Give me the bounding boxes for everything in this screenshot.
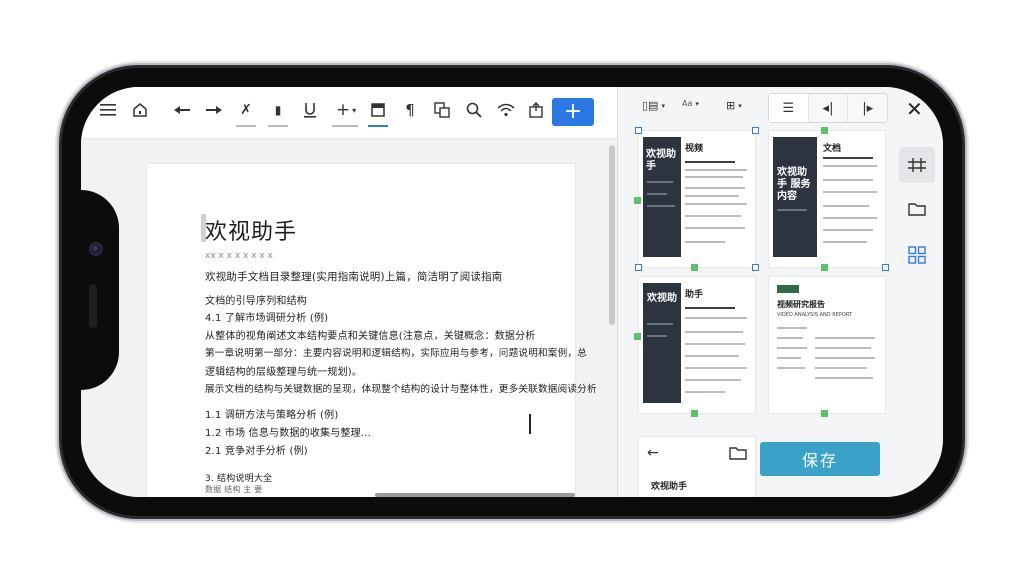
speaker-grille xyxy=(89,284,97,328)
wifi-icon[interactable] xyxy=(493,97,519,123)
toc-icon: ▯▤ xyxy=(642,99,659,112)
selection-handle xyxy=(882,264,889,271)
page-marker xyxy=(691,410,698,417)
page-thumbnail[interactable]: 欢视助 助手 xyxy=(634,277,755,417)
font-dropdown[interactable]: Aa ▾ xyxy=(682,99,699,108)
thumb-title: 视频 xyxy=(685,144,704,154)
screen: ✗ ▮ + ▾ ¶ + 欢视助手 xx x x x x x x x 欢视助手文档… xyxy=(81,87,943,497)
footer-line: 3. 结构说明大全 xyxy=(205,474,273,484)
back-arrow-icon[interactable]: ← xyxy=(647,445,659,461)
list-line: 1.1 调研方法与策略分析 (例) xyxy=(205,410,339,421)
document-page[interactable]: 欢视助手 xx x x x x x x x 欢视助手文档目录整理(实用指南说明)… xyxy=(147,164,597,497)
stage: ✗ ▮ + ▾ ¶ + 欢视助手 xx x x x x x x x 欢视助手文档… xyxy=(0,0,1024,576)
page-marker xyxy=(634,197,641,204)
thumb-title: 文档 xyxy=(823,144,842,154)
paragraph-line: 4.1 了解市场调研分析 (例) xyxy=(205,313,329,324)
insert-dropdown[interactable]: + ▾ xyxy=(329,97,363,127)
split-right-icon[interactable]: |▸ xyxy=(848,94,887,122)
close-icon[interactable]: ✕ xyxy=(906,97,923,121)
card-title: 欢视助手 xyxy=(651,482,688,492)
selection-handle xyxy=(635,127,642,134)
undo-icon[interactable] xyxy=(169,97,195,123)
page-thumbnail[interactable]: 欢视助手 服务内容 文档 xyxy=(769,127,889,271)
thumb-subtitle: VIDEO ANALYSIS AND REPORT xyxy=(777,312,852,318)
paragraph-line: 文档的引导序列和结构 xyxy=(205,296,307,307)
phone-frame: ✗ ▮ + ▾ ¶ + 欢视助手 xx x x x x x x x 欢视助手文档… xyxy=(62,68,962,516)
selection-handle xyxy=(752,127,759,134)
share-icon[interactable] xyxy=(523,97,549,123)
chevron-down-icon: ▾ xyxy=(695,99,699,108)
page-marker xyxy=(821,264,828,271)
cover-block: 欢视助 xyxy=(643,283,681,403)
chevron-down-icon: ▾ xyxy=(738,101,742,110)
clear-format-icon[interactable]: ✗ xyxy=(233,97,259,127)
footer-subline: 数据 结构 主 要 xyxy=(205,485,263,494)
thumb-title: 助手 xyxy=(685,290,704,300)
selection-handle xyxy=(752,264,759,271)
vertical-scrollbar[interactable] xyxy=(609,145,615,325)
page-subtitle: xx x x x x x x x xyxy=(205,251,273,261)
cover-title: 欢视助 xyxy=(647,293,677,304)
document-editor: ✗ ▮ + ▾ ¶ + 欢视助手 xx x x x x x x x 欢视助手文档… xyxy=(81,87,617,497)
chevron-down-icon: ▾ xyxy=(661,101,665,110)
split-left-icon[interactable]: ◂| xyxy=(809,94,849,122)
camera-icon xyxy=(89,242,103,256)
cover-title: 欢视助手 xyxy=(646,149,676,172)
page-thumbnail[interactable]: ← 欢视助手 xyxy=(639,437,755,497)
toc-dropdown[interactable]: ▯▤ ▾ xyxy=(642,99,665,112)
thumb-title: 视频研究报告 xyxy=(777,300,825,309)
page-marker xyxy=(691,264,698,271)
text-style-icon[interactable] xyxy=(365,97,391,127)
page-thumbnail[interactable]: 视频研究报告 VIDEO ANALYSIS AND REPORT xyxy=(769,277,885,417)
apps-grid-icon[interactable] xyxy=(899,237,935,273)
editor-toolbar: ✗ ▮ + ▾ ¶ + xyxy=(81,87,617,139)
paragraph-line: 欢视助手文档目录整理(实用指南说明)上篇，简洁明了阅读指南 xyxy=(205,271,503,283)
layout-dropdown[interactable]: ⊞ ▾ xyxy=(726,99,742,112)
paragraph-line: 逻辑结构的层级整理与统一规划)。 xyxy=(205,367,363,378)
underline-icon[interactable] xyxy=(297,97,323,123)
menu-icon[interactable] xyxy=(95,97,121,123)
bold-icon[interactable]: ▮ xyxy=(265,97,291,127)
horizontal-scrollbar[interactable] xyxy=(375,493,575,497)
add-button[interactable]: + xyxy=(552,98,594,126)
brand-badge xyxy=(777,285,799,293)
save-button[interactable]: 保存 xyxy=(760,442,880,476)
paragraph-line: 从整体的视角阐述文本结构要点和关键信息(注意点，关键概念：数据分析 xyxy=(205,331,536,342)
page-thumbnail[interactable]: 欢视助手 视频 xyxy=(634,127,759,271)
page-marker xyxy=(821,410,828,417)
volume-button-top xyxy=(290,61,380,66)
page-title: 欢视助手 xyxy=(205,220,298,245)
page-marker xyxy=(634,333,641,340)
folder-icon[interactable] xyxy=(729,445,747,464)
view-mode-segment: ☰ ◂| |▸ xyxy=(768,93,888,123)
folder-icon[interactable] xyxy=(899,191,935,227)
panel-side-tools xyxy=(899,147,935,287)
list-view-icon[interactable]: ☰ xyxy=(769,94,809,122)
page-marker xyxy=(821,127,828,134)
list-line: 2.1 竞争对手分析 (例) xyxy=(205,446,308,457)
cover-block: 欢视助手 服务内容 xyxy=(773,137,817,257)
selection-handle xyxy=(635,264,642,271)
list-line: 1.2 市场 信息与数据的收集与整理... xyxy=(205,428,371,439)
grid-layout-icon: ⊞ xyxy=(726,99,736,112)
search-icon[interactable] xyxy=(461,97,487,123)
text-caret xyxy=(529,414,531,434)
redo-icon[interactable] xyxy=(201,97,227,123)
font-label: Aa xyxy=(682,99,693,108)
copy-icon[interactable] xyxy=(429,97,455,123)
camera-notch xyxy=(81,190,119,390)
pages-panel: ▯▤ ▾ Aa ▾ ⊞ ▾ ☰ ◂| |▸ ✕ 欢视助手 视频 欢视助手 服务内… xyxy=(618,87,943,497)
paragraph-line: 展示文档的结构与关键数据的呈现，体现整个结构的设计与整体性，更多关联数据阅读分析 xyxy=(205,384,597,395)
home-icon[interactable] xyxy=(127,97,153,123)
adjust-icon[interactable] xyxy=(899,147,935,183)
cover-title: 欢视助手 服务内容 xyxy=(777,167,811,202)
paragraph-icon[interactable]: ¶ xyxy=(397,97,423,123)
paragraph-line: 第一章说明第一部分：主要内容说明和逻辑结构，实际应用与参考，问题说明和案例，总 xyxy=(205,348,587,359)
cover-block: 欢视助手 xyxy=(643,137,681,257)
